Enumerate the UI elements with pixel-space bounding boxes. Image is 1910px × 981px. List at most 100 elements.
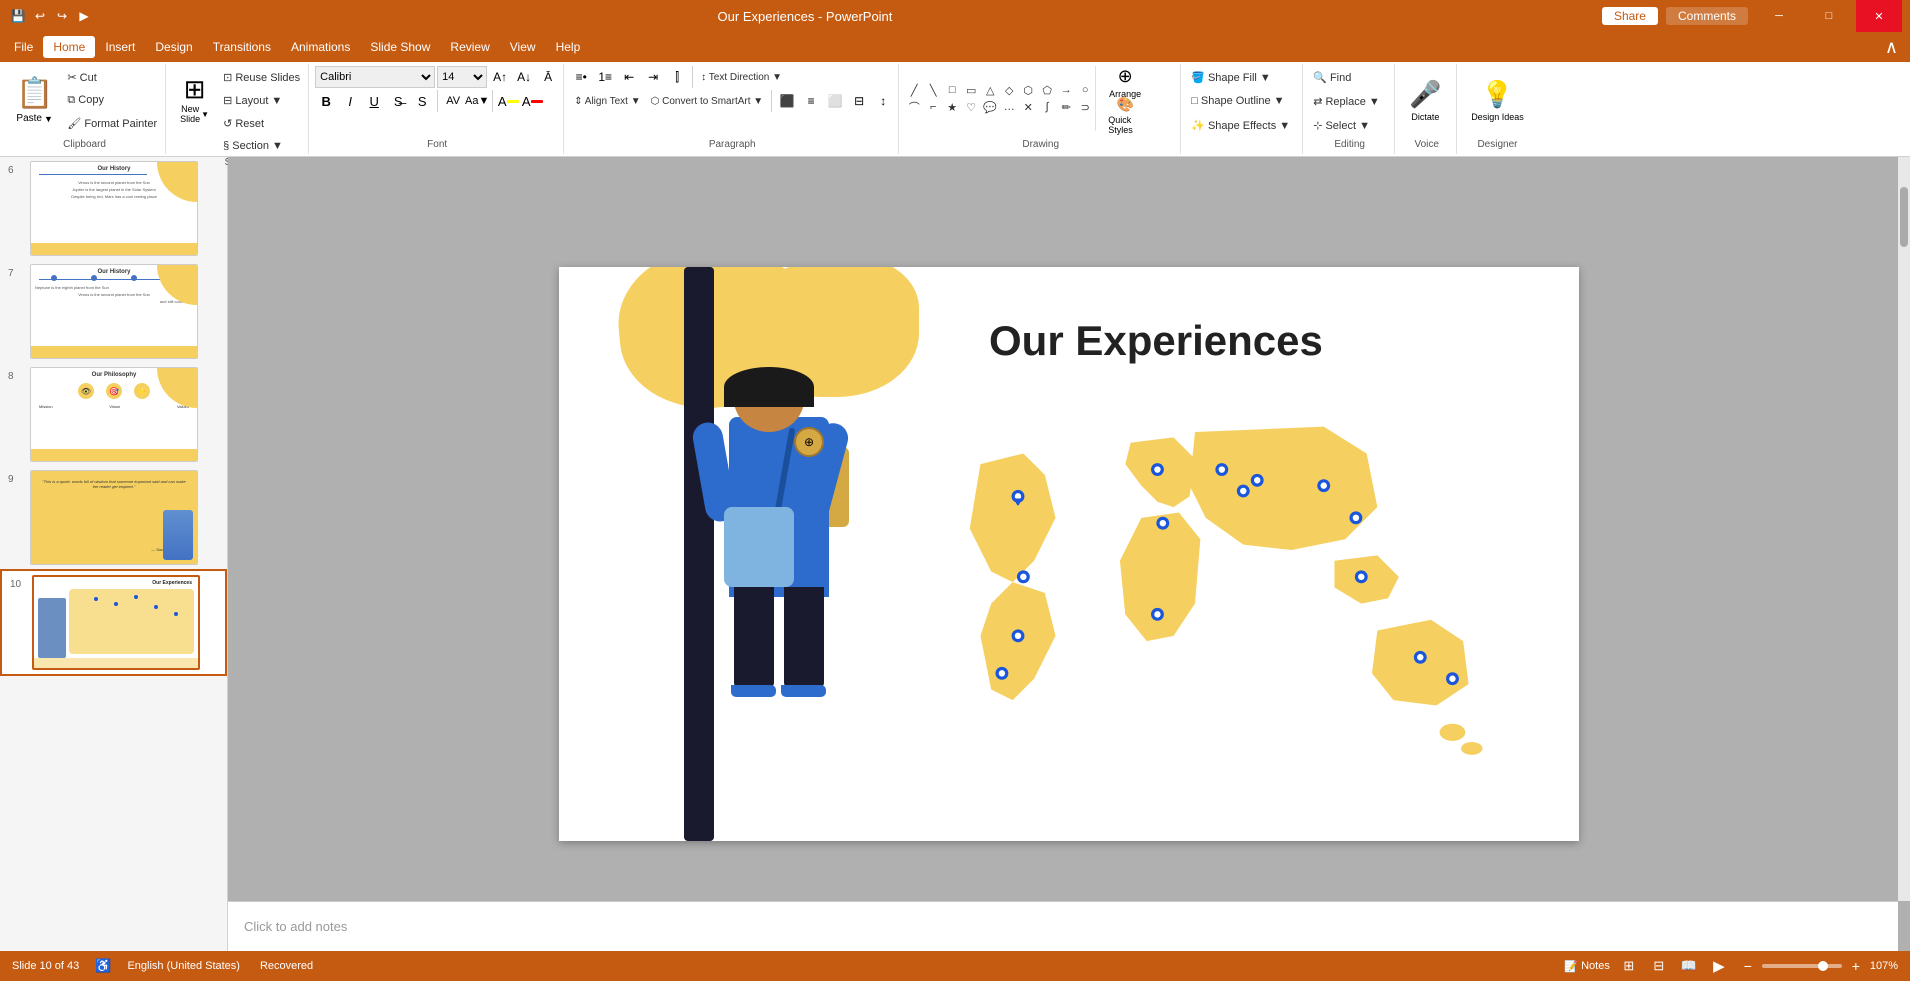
shadow-button[interactable]: S — [411, 90, 433, 112]
slide-thumb-7[interactable]: Our History Neptune is the eighth planet… — [30, 264, 198, 359]
slide-thumb-9[interactable]: "This is a quote, words full of wisdom t… — [30, 470, 198, 565]
change-case-button[interactable]: Aa▼ — [466, 90, 488, 112]
shape-x[interactable]: ✕ — [1019, 99, 1037, 115]
undo-button[interactable]: ↩ — [30, 6, 50, 26]
redo-button[interactable]: ↪ — [52, 6, 72, 26]
decrease-font-size-button[interactable]: A↓ — [513, 66, 535, 88]
menu-insert[interactable]: Insert — [95, 36, 145, 58]
slide-thumb-10[interactable]: Our Experiences — [32, 575, 200, 670]
minimize-button[interactable]: ─ — [1756, 0, 1802, 32]
replace-button[interactable]: ⇄ Replace ▼ — [1309, 90, 1384, 112]
ribbon-collapse-icon[interactable]: ∧ — [1877, 37, 1906, 58]
shape-diamond[interactable]: ◇ — [1000, 82, 1018, 98]
language[interactable]: English (United States) — [127, 960, 240, 972]
justify-button[interactable]: ⊟ — [848, 90, 870, 112]
dictate-button[interactable]: 🎤 Dictate — [1401, 66, 1449, 134]
reuse-slides-button[interactable]: ⊡ Reuse Slides — [219, 66, 304, 88]
new-slide-button[interactable]: ⊞ NewSlide▼ — [172, 66, 217, 134]
view-reading-button[interactable]: 📖 — [1678, 955, 1700, 977]
arrange-button[interactable]: ⊕ Arrange — [1100, 66, 1150, 98]
notes-area[interactable]: Click to add notes — [228, 901, 1898, 951]
menu-view[interactable]: View — [500, 36, 546, 58]
menu-animations[interactable]: Animations — [281, 36, 360, 58]
shape-star[interactable]: ★ — [943, 99, 961, 115]
find-button[interactable]: 🔍 Find — [1309, 66, 1355, 88]
increase-font-size-button[interactable]: A↑ — [489, 66, 511, 88]
format-painter-button[interactable]: 🖌 Format Painter — [63, 112, 161, 134]
shape-round-rect[interactable]: ▭ — [962, 82, 980, 98]
menu-transitions[interactable]: Transitions — [203, 36, 281, 58]
font-family-select[interactable]: Calibri — [315, 66, 435, 88]
slide-thumb-6[interactable]: Our History Venus is the second planet f… — [30, 161, 198, 256]
font-size-select[interactable]: 14 — [437, 66, 487, 88]
bold-button[interactable]: B — [315, 90, 337, 112]
shape-pentagon[interactable]: ⬠ — [1038, 82, 1056, 98]
highlight-color-button[interactable]: A — [497, 90, 519, 112]
numbering-button[interactable]: 1≡ — [594, 66, 616, 88]
bullets-button[interactable]: ≡• — [570, 66, 592, 88]
align-left-button[interactable]: ⬛ — [776, 90, 798, 112]
shape-heart[interactable]: ♡ — [962, 99, 980, 115]
shape-arrow[interactable]: → — [1057, 82, 1075, 98]
shape-outline-button[interactable]: □ Shape Outline ▼ — [1187, 90, 1288, 112]
shape-line[interactable]: ╱ — [905, 82, 923, 98]
cut-button[interactable]: ✂ Cut — [63, 66, 161, 88]
share-button[interactable]: Share — [1602, 7, 1658, 25]
shape-freeform[interactable]: ✏ — [1057, 99, 1075, 115]
shape-conn[interactable]: ⊃ — [1076, 99, 1094, 115]
strikethrough-button[interactable]: S̶ — [387, 90, 409, 112]
paste-button[interactable]: 📋 Paste▼ — [8, 66, 61, 134]
menu-help[interactable]: Help — [546, 36, 591, 58]
zoom-slider[interactable] — [1762, 964, 1842, 968]
select-button[interactable]: ⊹ Select ▼ — [1309, 114, 1374, 136]
quick-styles-button[interactable]: 🎨 Quick Styles — [1100, 99, 1150, 131]
menu-home[interactable]: Home — [43, 36, 95, 58]
center-button[interactable]: ≡ — [800, 90, 822, 112]
slideshow-button[interactable]: ▶ — [1708, 955, 1730, 977]
italic-button[interactable]: I — [339, 90, 361, 112]
zoom-out-button[interactable]: − — [1738, 956, 1758, 976]
shape-bracket[interactable]: ⌐ — [924, 99, 942, 115]
slide-item-7[interactable]: 7 Our History Neptune is the eighth plan… — [0, 260, 227, 363]
shape-line2[interactable]: ╲ — [924, 82, 942, 98]
maximize-button[interactable]: □ — [1806, 0, 1852, 32]
shape-arc[interactable]: ⌒ — [905, 99, 923, 115]
shape-fill-button[interactable]: 🪣 Shape Fill ▼ — [1187, 66, 1275, 88]
convert-smartart-button[interactable]: ⬡ Convert to SmartArt ▼ — [647, 90, 768, 112]
copy-button[interactable]: ⧉ Copy — [63, 89, 161, 111]
menu-design[interactable]: Design — [145, 36, 202, 58]
section-button[interactable]: § Section ▼ — [219, 135, 304, 157]
view-normal-button[interactable]: ⊞ — [1618, 955, 1640, 977]
shape-curve[interactable]: ∫ — [1038, 99, 1056, 115]
save-button[interactable]: 💾 — [8, 6, 28, 26]
notes-button[interactable]: 📝 Notes — [1564, 960, 1609, 973]
shape-callout[interactable]: 💬 — [981, 99, 999, 115]
close-button[interactable]: ✕ — [1856, 0, 1902, 32]
accessibility-icon[interactable]: ♿ — [95, 958, 111, 974]
present-button[interactable]: ▶ — [74, 6, 94, 26]
menu-slideshow[interactable]: Slide Show — [360, 36, 440, 58]
slide-item-6[interactable]: 6 Our History Venus is the second planet… — [0, 157, 227, 260]
canvas-scrollbar-v[interactable] — [1898, 157, 1910, 901]
increase-indent-button[interactable]: ⇥ — [642, 66, 664, 88]
shape-ellipse[interactable]: ○ — [1076, 82, 1094, 98]
align-right-button[interactable]: ⬜ — [824, 90, 846, 112]
zoom-in-button[interactable]: + — [1846, 956, 1866, 976]
decrease-indent-button[interactable]: ⇤ — [618, 66, 640, 88]
menu-review[interactable]: Review — [440, 36, 499, 58]
align-text-button[interactable]: ⇕ Align Text ▼ — [570, 90, 644, 112]
shape-tri[interactable]: △ — [981, 82, 999, 98]
view-slide-sorter-button[interactable]: ⊟ — [1648, 955, 1670, 977]
line-spacing-button[interactable]: ↕ — [872, 90, 894, 112]
columns-button[interactable]: ⫿ — [666, 66, 688, 88]
scrollbar-thumb-v[interactable] — [1900, 187, 1908, 247]
shape-cylinder[interactable]: ⬡ — [1019, 82, 1037, 98]
menu-file[interactable]: File — [4, 36, 43, 58]
text-direction-button[interactable]: ↕ Text Direction ▼ — [697, 66, 786, 88]
zoom-level[interactable]: 107% — [1870, 960, 1898, 972]
slide-item-8[interactable]: 8 Our Philosophy 👁 🎯 ⭐ MissionVisionValu… — [0, 363, 227, 466]
shape-effects-button[interactable]: ✨ Shape Effects ▼ — [1187, 114, 1294, 136]
shape-more[interactable]: … — [1000, 99, 1018, 115]
comments-button[interactable]: Comments — [1666, 7, 1748, 25]
font-color-button[interactable]: A — [521, 90, 543, 112]
